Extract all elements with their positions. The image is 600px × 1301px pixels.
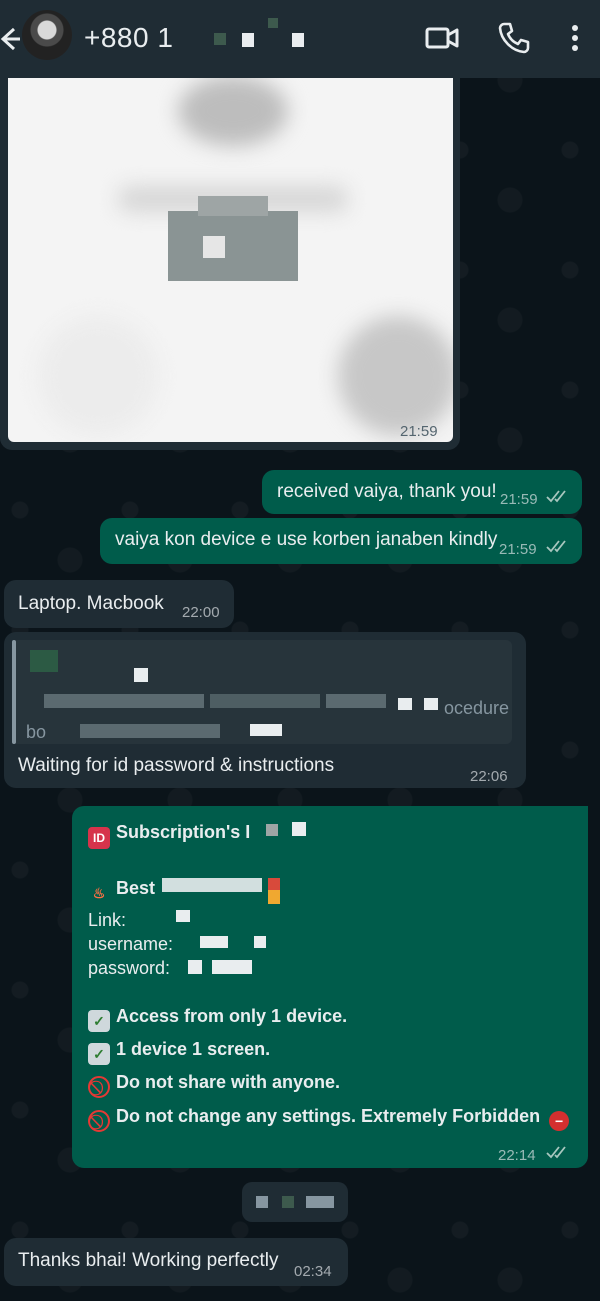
subscription-title: Subscription's I	[116, 822, 251, 842]
redacted-block	[292, 33, 304, 47]
message-time: 21:59	[499, 541, 537, 558]
contact-name[interactable]: +880 1	[84, 22, 173, 54]
quote-text: bo	[26, 722, 47, 742]
message-text: vaiya kon device e use korben janaben ki…	[115, 529, 498, 550]
outgoing-message[interactable]: received vaiya, thank you! 21:59	[262, 470, 582, 514]
contact-avatar[interactable]	[22, 10, 72, 60]
incoming-reply-message[interactable]: ocedure bo Waiting for id password & ins…	[4, 632, 526, 788]
link-label: Link:	[88, 910, 127, 930]
password-label: password:	[88, 958, 171, 978]
message-text: Waiting for id password & instructions	[18, 755, 335, 776]
quote-text: ocedure	[444, 698, 510, 718]
redacted-block	[242, 33, 254, 47]
fire-emoji-icon: ♨	[92, 885, 106, 901]
id-emoji-icon: ID	[88, 827, 110, 849]
message-time: 02:34	[294, 1263, 332, 1280]
chat-header: +880 1	[0, 0, 600, 78]
check-emoji-icon: ✓	[88, 1043, 110, 1065]
best-line: ♨ Best	[88, 876, 155, 904]
rule-text: 1 device 1 screen.	[116, 1039, 271, 1059]
check-emoji-icon: ✓	[88, 1010, 110, 1032]
rule-line: ✓ Access from only 1 device.	[88, 1004, 347, 1032]
quote-bar	[12, 640, 16, 744]
prohibited-emoji-icon: ⃠	[88, 1110, 110, 1132]
rule-text: Do not change any settings. Extremely Fo…	[116, 1106, 541, 1126]
more-options-icon[interactable]	[560, 20, 590, 56]
rule-line: ✓ 1 device 1 screen.	[88, 1037, 270, 1065]
best-label: Best	[116, 878, 156, 898]
redacted-block	[214, 33, 226, 45]
image-thumbnail[interactable]	[8, 66, 453, 442]
outgoing-message[interactable]: ID Subscription's I ♨ Best Link: username:…	[72, 806, 588, 1168]
message-time: 22:00	[182, 604, 220, 621]
outgoing-message[interactable]: vaiya kon device e use korben janaben ki…	[100, 518, 582, 564]
message-time: 21:59	[500, 491, 538, 508]
read-ticks-icon	[546, 490, 566, 503]
read-ticks-icon	[546, 1146, 566, 1159]
rule-line: ⃠ Do not share with anyone.	[88, 1070, 340, 1098]
subscription-title-line: ID Subscription's I	[88, 820, 250, 849]
no-entry-emoji-icon: −	[549, 1111, 570, 1131]
video-call-icon[interactable]	[424, 20, 460, 56]
incoming-message[interactable]: Thanks bhai! Working perfectly 02:34	[4, 1238, 348, 1286]
rule-text: Do not share with anyone.	[116, 1072, 341, 1092]
message-time: 22:06	[470, 768, 508, 785]
voice-call-icon[interactable]	[496, 20, 532, 56]
redacted-block	[268, 18, 278, 28]
message-time: 22:14	[498, 1147, 536, 1164]
message-text: Thanks bhai! Working perfectly	[18, 1250, 279, 1271]
message-text: received vaiya, thank you!	[277, 481, 497, 502]
back-arrow-icon[interactable]	[0, 24, 20, 54]
rule-line: ⃠ Do not change any settings. Extremely F…	[88, 1104, 575, 1132]
incoming-message[interactable]: Laptop. Macbook 22:00	[4, 580, 234, 628]
prohibited-emoji-icon: ⃠	[88, 1076, 110, 1098]
username-label: username:	[88, 934, 174, 954]
message-time: 21:59	[400, 423, 438, 440]
image-message[interactable]: 21:59	[0, 66, 460, 450]
rule-text: Access from only 1 device.	[116, 1006, 348, 1026]
date-separator-chip	[242, 1182, 348, 1222]
read-ticks-icon	[546, 540, 566, 553]
message-text: Laptop. Macbook	[18, 593, 164, 614]
